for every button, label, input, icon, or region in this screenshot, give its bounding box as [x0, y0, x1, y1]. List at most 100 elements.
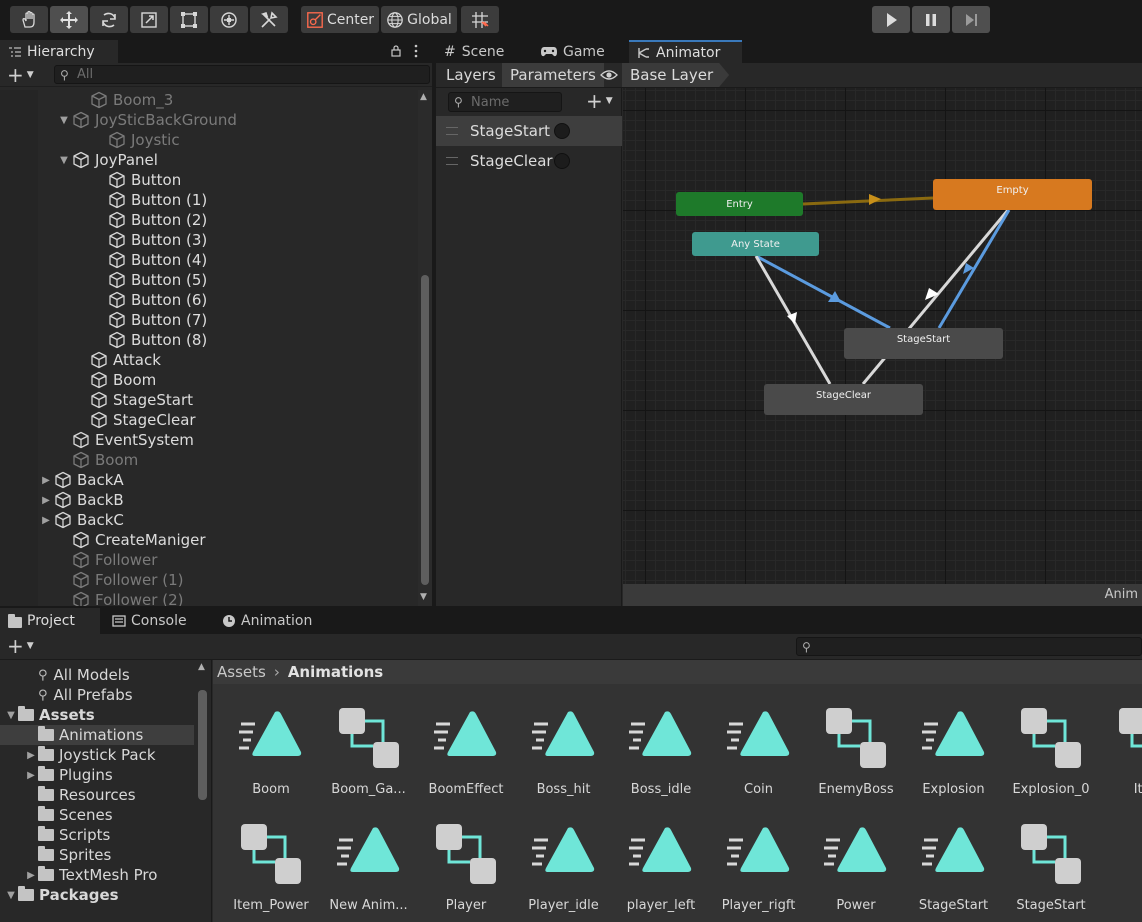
- parameter-name[interactable]: StageStart: [470, 122, 550, 140]
- drag-handle-icon[interactable]: [446, 127, 458, 135]
- more-options-icon[interactable]: [414, 44, 418, 58]
- hierarchy-item[interactable]: Boom: [90, 370, 156, 390]
- project-tree-item[interactable]: Resources: [0, 785, 194, 805]
- scroll-up-icon[interactable]: ▲: [198, 662, 205, 672]
- hierarchy-item[interactable]: EventSystem: [72, 430, 194, 450]
- step-button[interactable]: [952, 6, 990, 33]
- asset-item[interactable]: StageStart: [1002, 802, 1100, 913]
- tab-scene[interactable]: # Scene: [436, 40, 528, 63]
- asset-item[interactable]: EnemyBoss: [807, 686, 905, 797]
- hierarchy-item[interactable]: ▶ BackB: [40, 490, 124, 510]
- hierarchy-item[interactable]: CreateManiger: [72, 530, 206, 550]
- project-tree-scrollbar[interactable]: ▲: [196, 660, 210, 922]
- project-tree-item[interactable]: ▼ Packages: [0, 885, 194, 905]
- hierarchy-item[interactable]: Button: [108, 170, 181, 190]
- hand-tool-button[interactable]: [10, 6, 48, 33]
- hierarchy-item[interactable]: Follower (2): [72, 590, 183, 606]
- project-tree-scroll-thumb[interactable]: [198, 690, 207, 800]
- hierarchy-item[interactable]: StageClear: [90, 410, 196, 430]
- state-any-state[interactable]: Any State: [692, 232, 819, 256]
- hierarchy-item[interactable]: Button (7): [108, 310, 207, 330]
- project-search-input[interactable]: ⚲: [796, 637, 1142, 656]
- tab-console[interactable]: Console: [104, 608, 204, 634]
- asset-item[interactable]: player_left: [612, 802, 710, 913]
- asset-item[interactable]: Item: [1100, 686, 1142, 797]
- scroll-down-icon[interactable]: ▼: [420, 592, 427, 602]
- project-create-button[interactable]: + ▼: [7, 634, 34, 658]
- hierarchy-item[interactable]: Button (5): [108, 270, 207, 290]
- asset-item[interactable]: Power: [807, 802, 905, 913]
- hierarchy-item[interactable]: Button (2): [108, 210, 207, 230]
- asset-item[interactable]: Explosion: [905, 686, 1003, 797]
- hierarchy-item[interactable]: ▶ BackA: [40, 470, 124, 490]
- asset-item[interactable]: Boom: [222, 686, 320, 797]
- project-tree-item[interactable]: ▶ Joystick Pack: [0, 745, 194, 765]
- project-tree-item[interactable]: ⚲ All Prefabs: [0, 685, 194, 705]
- rect-tool-button[interactable]: [170, 6, 208, 33]
- transform-tool-button[interactable]: [210, 6, 248, 33]
- rotate-tool-button[interactable]: [90, 6, 128, 33]
- tab-project[interactable]: Project: [0, 608, 100, 634]
- asset-item[interactable]: New Anim...: [320, 802, 418, 913]
- pivot-mode-button[interactable]: Center: [301, 6, 379, 33]
- hierarchy-item[interactable]: StageStart: [90, 390, 193, 410]
- expand-right-icon[interactable]: ▶: [40, 475, 52, 486]
- asset-item[interactable]: Coin: [710, 686, 808, 797]
- hierarchy-item[interactable]: Button (6): [108, 290, 207, 310]
- hierarchy-tree[interactable]: Boom_3 ▼ JoySticBackGround Joystic ▼ JoyPanel…: [0, 90, 418, 606]
- expand-right-icon[interactable]: ▶: [24, 870, 38, 881]
- hierarchy-item[interactable]: Button (8): [108, 330, 207, 350]
- asset-item[interactable]: Player: [417, 802, 515, 913]
- transition-stagestart-to-empty[interactable]: [937, 209, 1011, 329]
- project-tree-item[interactable]: ▼ Assets: [0, 705, 194, 725]
- asset-item[interactable]: Boss_hit: [515, 686, 613, 797]
- hierarchy-item[interactable]: Boom: [72, 450, 138, 470]
- drag-handle-icon[interactable]: [446, 157, 458, 165]
- trigger-toggle[interactable]: [554, 123, 570, 139]
- asset-item[interactable]: Player_idle: [515, 802, 613, 913]
- tab-parameters[interactable]: Parameters: [502, 63, 604, 87]
- project-tree-item[interactable]: ⚲ All Models: [0, 665, 194, 685]
- tab-animator[interactable]: Animator: [629, 40, 742, 63]
- expand-down-icon[interactable]: ▼: [4, 890, 18, 901]
- parameter-row[interactable]: StageStart: [436, 116, 622, 146]
- entry-transition[interactable]: [802, 196, 934, 206]
- state-machine-graph[interactable]: Entry Any State Empty StageStart StageCl…: [623, 88, 1142, 584]
- tab-hierarchy[interactable]: Hierarchy: [0, 40, 118, 63]
- expand-right-icon[interactable]: ▶: [40, 495, 52, 506]
- asset-item[interactable]: Player_rigft: [710, 802, 808, 913]
- asset-item[interactable]: Boss_idle: [612, 686, 710, 797]
- eye-icon[interactable]: [600, 69, 618, 81]
- pause-button[interactable]: [912, 6, 950, 33]
- hierarchy-item[interactable]: Button (1): [108, 190, 207, 210]
- hierarchy-item[interactable]: Boom_3: [90, 90, 173, 110]
- add-parameter-button[interactable]: + ▼: [586, 89, 613, 113]
- expand-down-icon[interactable]: ▼: [4, 710, 18, 721]
- parameter-row[interactable]: StageClear: [436, 146, 622, 176]
- custom-tool-button[interactable]: [250, 6, 288, 33]
- scale-tool-button[interactable]: [130, 6, 168, 33]
- expand-right-icon[interactable]: ▶: [40, 515, 52, 526]
- project-tree-item[interactable]: Scripts: [0, 825, 194, 845]
- state-stagestart[interactable]: StageStart: [844, 328, 1003, 359]
- hierarchy-item[interactable]: Follower: [72, 550, 157, 570]
- asset-item[interactable]: BoomEffect: [417, 686, 515, 797]
- breadcrumb-assets[interactable]: Assets: [217, 663, 266, 681]
- asset-item[interactable]: Item_Power: [222, 802, 320, 913]
- hierarchy-item[interactable]: ▶ BackC: [40, 510, 124, 530]
- tab-animation[interactable]: Animation: [214, 608, 324, 634]
- lock-icon[interactable]: [390, 45, 402, 57]
- hierarchy-item[interactable]: Button (4): [108, 250, 207, 270]
- tab-game[interactable]: Game: [532, 40, 618, 63]
- breadcrumb-animations[interactable]: Animations: [288, 663, 383, 681]
- parameter-name[interactable]: StageClear: [470, 152, 553, 170]
- project-tree-item[interactable]: Sprites: [0, 845, 194, 865]
- grid-snap-button[interactable]: [461, 6, 499, 33]
- play-button[interactable]: [872, 6, 910, 33]
- project-tree-item[interactable]: ▶ Plugins: [0, 765, 194, 785]
- move-tool-button[interactable]: [50, 6, 88, 33]
- state-empty[interactable]: Empty: [933, 179, 1092, 210]
- project-tree-item[interactable]: ▶ TextMesh Pro: [0, 865, 194, 885]
- expand-down-icon[interactable]: ▼: [58, 115, 70, 126]
- hierarchy-scroll-thumb[interactable]: [421, 275, 429, 585]
